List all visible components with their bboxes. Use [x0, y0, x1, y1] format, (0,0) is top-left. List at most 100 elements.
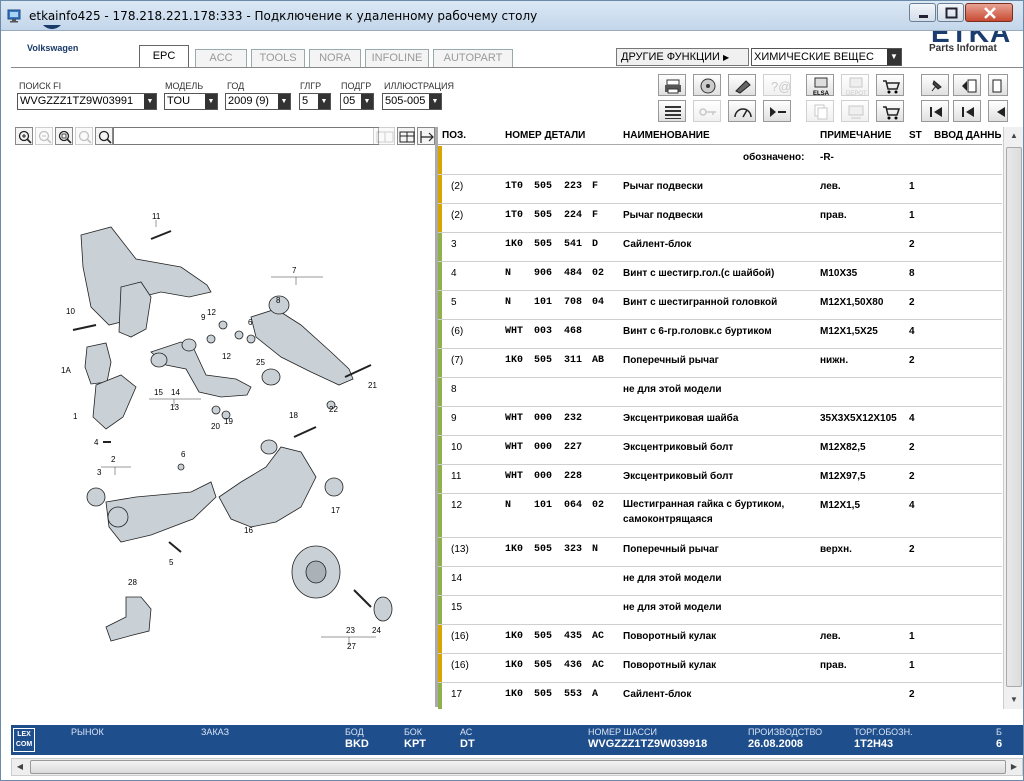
callout-14[interactable]: 14 [171, 388, 180, 397]
help-button[interactable]: ?@ [763, 74, 791, 96]
first-button[interactable] [921, 100, 949, 122]
year-select[interactable]: 2009 (9) ▼ [225, 93, 291, 110]
table-row[interactable]: 12 N 101 064 02 Шестигранная гайка с буртиком… [438, 494, 1002, 538]
print-button[interactable] [658, 74, 686, 96]
callout-1[interactable]: 1 [73, 412, 78, 421]
table-row[interactable]: (16) 1K0 505 435 AC Поворотный кулак лев. 1 [438, 625, 1002, 654]
callout-19[interactable]: 19 [224, 417, 233, 426]
col-st[interactable]: ST [909, 130, 922, 141]
callout-11[interactable]: 11 [152, 212, 161, 221]
callout-15[interactable]: 15 [154, 388, 163, 397]
maximize-button[interactable] [937, 3, 964, 22]
prev-page-button[interactable] [953, 74, 981, 96]
tab-nora[interactable]: NORA [309, 49, 361, 67]
minimize-button[interactable] [909, 3, 936, 22]
callout-6b[interactable]: 6 [181, 450, 186, 459]
table-row[interactable]: (2) 1T0 505 223 F Рычаг подвески лев. 1 [438, 175, 1002, 204]
table-row[interactable]: 17 1K0 505 553 A Сайлент-блок 2 [438, 683, 1002, 709]
scroll-right-icon[interactable]: ▶ [1006, 759, 1022, 775]
table-row[interactable]: 14 не для этой модели [438, 567, 1002, 596]
table-row[interactable]: (13) 1K0 505 323 N Поперечный рычаг верхн. 2 [438, 538, 1002, 567]
table-row[interactable]: (16) 1K0 505 436 AC Поворотный кулак прав. 1 [438, 654, 1002, 683]
zoom-fit-button[interactable] [55, 127, 73, 145]
callout-7[interactable]: 7 [292, 266, 297, 275]
scroll-left-icon[interactable]: ◀ [12, 759, 28, 775]
split-view-button[interactable] [397, 127, 415, 145]
callout-21[interactable]: 21 [368, 381, 377, 390]
model-select[interactable]: TOU ▼ [164, 93, 218, 110]
illustration-search-input[interactable] [113, 127, 379, 145]
close-button[interactable] [965, 3, 1013, 22]
scroll-thumb[interactable] [1006, 147, 1022, 687]
chevron-down-icon[interactable]: ▼ [278, 94, 290, 109]
table-row[interactable]: (2) 1T0 505 224 F Рычаг подвески прав. 1 [438, 204, 1002, 233]
callout-2[interactable]: 2 [111, 455, 116, 464]
table-row[interactable]: 9 WHT 000 232 Эксцентриковая шайба 35X3X5X12X… [438, 407, 1002, 436]
callout-6a[interactable]: 6 [248, 318, 253, 327]
audio-button[interactable] [693, 74, 721, 96]
elsa-button[interactable]: ELSA [806, 74, 834, 97]
callout-25[interactable]: 25 [256, 358, 265, 367]
col-name[interactable]: НАИМЕНОВАНИЕ [623, 130, 710, 141]
callout-27[interactable]: 27 [347, 642, 356, 651]
callout-23[interactable]: 23 [346, 626, 355, 635]
title-bar[interactable]: etkainfo425 - 178.218.221.178:333 - Подк… [1, 1, 1023, 31]
list-button[interactable] [658, 100, 686, 122]
table-row[interactable]: (6) WHT 003 468 Винт с 6-гр.головк.с буртико… [438, 320, 1002, 349]
callout-24[interactable]: 24 [372, 626, 381, 635]
parts-button[interactable] [728, 74, 756, 96]
zoom-in-button[interactable] [15, 127, 33, 145]
chevron-down-icon[interactable]: ▼ [887, 49, 901, 65]
table-row[interactable]: 11 WHT 000 228 Эксцентриковый болт M12X97,5 2 [438, 465, 1002, 494]
table-row[interactable]: 4 N 906 484 02 Винт с шестигр.гол.(с шайбой) M… [438, 262, 1002, 291]
table-row[interactable]: 8 не для этой модели [438, 378, 1002, 407]
tab-epc[interactable]: EPC [139, 45, 189, 67]
callout-1a[interactable]: 1A [61, 366, 71, 375]
expand-button[interactable] [417, 127, 435, 145]
scroll-thumb-horizontal[interactable] [30, 760, 1006, 774]
callout-10[interactable]: 10 [66, 307, 75, 316]
callout-9[interactable]: 9 [201, 313, 206, 322]
parts-illustration[interactable]: 11 7 10 12 9 6 12 25 1A 15 14 13 21 1 20… [11, 147, 435, 707]
cart-add-button[interactable] [876, 100, 904, 122]
back-button[interactable] [953, 100, 981, 122]
callout-17[interactable]: 17 [331, 506, 340, 515]
fi-select[interactable]: WVGZZZ1TZ9W03991 ▼ [17, 93, 157, 110]
callout-20[interactable]: 20 [211, 422, 220, 431]
col-note[interactable]: ПРИМЕЧАНИЕ [820, 130, 891, 141]
prev-button[interactable] [988, 100, 1008, 122]
table-vertical-scrollbar[interactable]: ▲ ▼ [1003, 127, 1023, 709]
callout-18[interactable]: 18 [289, 411, 298, 420]
chevron-down-icon[interactable]: ▼ [144, 94, 156, 109]
tab-tools[interactable]: TOOLS [251, 49, 305, 67]
table-row[interactable]: (7) 1K0 505 311 AB Поперечный рычаг нижн. 2 [438, 349, 1002, 378]
pin-button[interactable] [921, 74, 949, 96]
callout-13[interactable]: 13 [170, 403, 179, 412]
sub-group-select[interactable]: 05 ▼ [340, 93, 374, 110]
table-row[interactable]: 15 не для этой модели [438, 596, 1002, 625]
scroll-down-icon[interactable]: ▼ [1006, 692, 1022, 708]
col-partno[interactable]: НОМЕР ДЕТАЛИ [505, 130, 585, 141]
chevron-down-icon[interactable]: ▼ [429, 94, 441, 109]
cart-depot-button[interactable] [841, 100, 869, 122]
callout-8[interactable]: 8 [276, 296, 281, 305]
key-button[interactable] [693, 100, 721, 122]
scale-button[interactable] [728, 100, 756, 122]
next-minus-button[interactable] [763, 100, 791, 122]
tab-infoline[interactable]: INFOLINE [365, 49, 429, 67]
callout-16[interactable]: 16 [244, 526, 253, 535]
cart-button[interactable] [876, 74, 904, 96]
tab-acc[interactable]: ACC [195, 49, 247, 67]
callout-4[interactable]: 4 [94, 438, 99, 447]
col-input[interactable]: ВВОД ДАННЫХ [934, 130, 1002, 141]
table-row[interactable]: 10 WHT 000 227 Эксцентриковый болт M12X82,5 2 [438, 436, 1002, 465]
next-page-button[interactable] [988, 74, 1008, 96]
col-pos[interactable]: ПОЗ. [442, 130, 466, 141]
table-row[interactable]: обозначено: -R- [438, 146, 1002, 175]
zoom-out-button[interactable] [35, 127, 53, 145]
scroll-up-icon[interactable]: ▲ [1006, 128, 1022, 144]
copy-button[interactable] [806, 100, 834, 122]
table-row[interactable]: 5 N 101 708 04 Винт с шестигранной головкой M1… [438, 291, 1002, 320]
chevron-down-icon[interactable]: ▼ [361, 94, 373, 109]
illustration-select[interactable]: 505-005 ▼ [382, 93, 442, 110]
